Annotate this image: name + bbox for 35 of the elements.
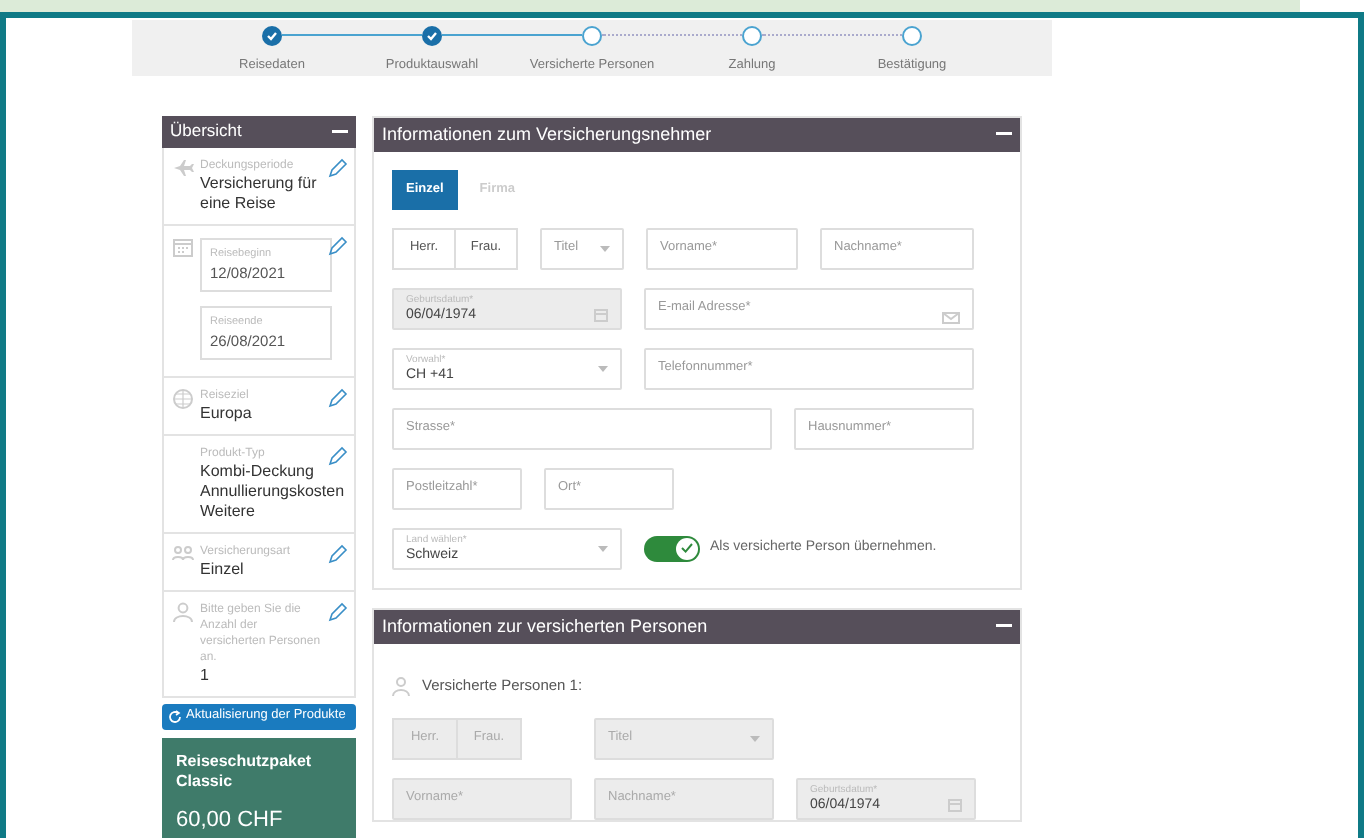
pencil-icon[interactable] bbox=[328, 543, 348, 564]
item-icon bbox=[172, 157, 194, 180]
refresh-icon bbox=[168, 709, 182, 724]
item-icon bbox=[172, 543, 194, 566]
pencil-icon[interactable] bbox=[328, 445, 348, 466]
item-icon bbox=[172, 601, 194, 624]
caret-icon bbox=[750, 735, 760, 742]
toggle-switch[interactable] bbox=[644, 535, 700, 562]
pencil-icon[interactable] bbox=[328, 601, 348, 622]
package-name: Reiseschutzpaket Classic bbox=[176, 751, 314, 792]
calendar-icon bbox=[948, 797, 962, 812]
caret-icon bbox=[598, 365, 608, 372]
sidebar-title: Übersicht bbox=[170, 118, 242, 145]
summary-value: Einzel bbox=[200, 559, 246, 580]
package-price: 60,00 CHF bbox=[176, 805, 285, 836]
check-icon bbox=[680, 542, 694, 555]
calendar-icon bbox=[594, 307, 608, 322]
caret-icon bbox=[598, 545, 608, 552]
caret-icon bbox=[600, 245, 610, 252]
collapse-icon bbox=[996, 624, 1012, 629]
pencil-icon[interactable] bbox=[328, 157, 348, 178]
item-icon bbox=[172, 235, 194, 258]
collapse-icon bbox=[996, 132, 1012, 137]
panel-title: Informationen zum Versicherungsnehmer bbox=[382, 121, 712, 148]
pencil-icon[interactable] bbox=[328, 235, 348, 256]
panel-title: Informationen zur versicherten Personen bbox=[382, 613, 708, 639]
summary-value: Kombi-Deckung Annullierungskosten Weitere bbox=[200, 461, 346, 522]
summary-value: Europa bbox=[200, 403, 254, 424]
collapse-icon bbox=[332, 129, 348, 134]
envelope-icon bbox=[942, 311, 960, 324]
item-icon bbox=[172, 387, 194, 410]
person-icon bbox=[392, 675, 410, 696]
summary-value: 1 bbox=[200, 665, 211, 686]
summary-value: Versicherung für eine Reise bbox=[200, 173, 319, 214]
pencil-icon[interactable] bbox=[328, 387, 348, 408]
